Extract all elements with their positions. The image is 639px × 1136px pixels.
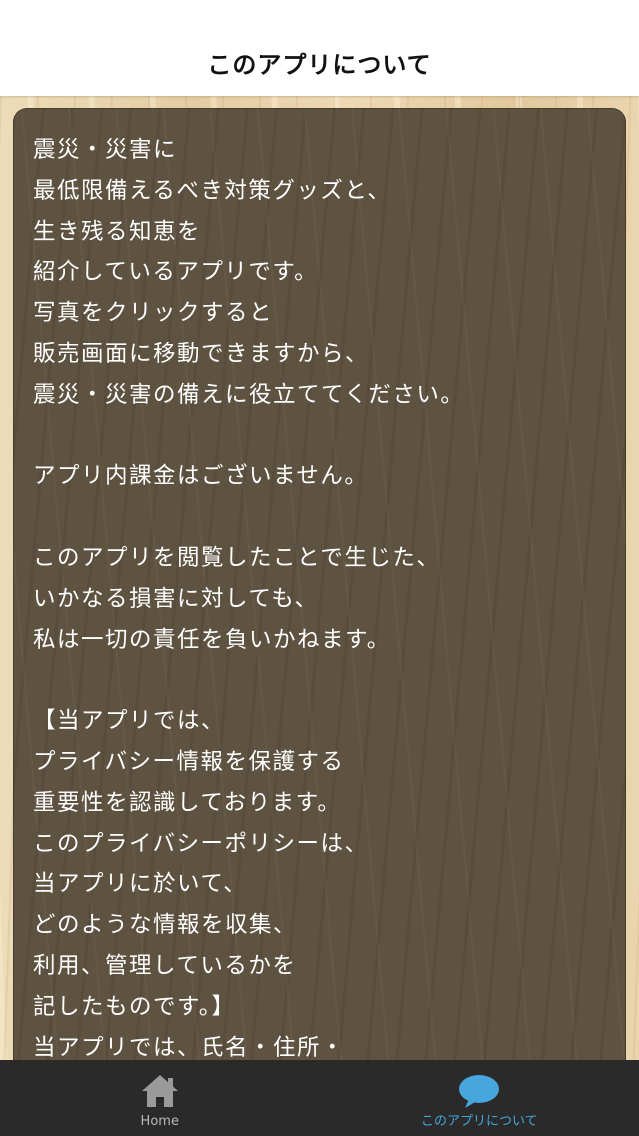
home-icon	[141, 1075, 178, 1107]
navigation-header: このアプリについて	[0, 0, 639, 96]
tab-about-label: このアプリについて	[420, 1114, 538, 1129]
tab-home[interactable]: Home	[0, 1060, 320, 1136]
tab-home-label: Home	[140, 1114, 179, 1129]
speech-bubble-icon	[459, 1075, 500, 1108]
tab-about[interactable]: このアプリについて	[320, 1060, 639, 1136]
page-title: このアプリについて	[207, 50, 432, 79]
wood-background: 震災・災害に 最低限備えるべき対策グッズと、 生き残る知恵を 紹介しているアプリ…	[0, 96, 639, 1060]
tab-bar: Home このアプリについて	[0, 1060, 639, 1136]
about-text: 震災・災害に 最低限備えるべき対策グッズと、 生き残る知恵を 紹介しているアプリ…	[33, 137, 465, 1060]
content-panel[interactable]: 震災・災害に 最低限備えるべき対策グッズと、 生き残る知恵を 紹介しているアプリ…	[13, 108, 626, 1060]
